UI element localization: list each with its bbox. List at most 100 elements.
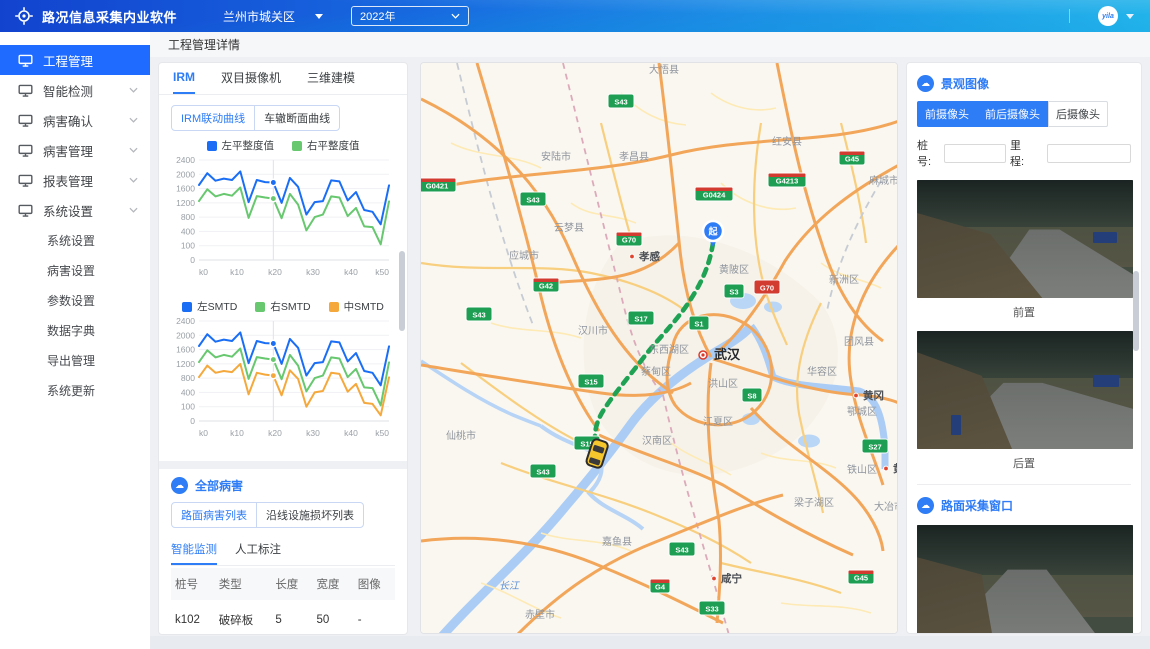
monitor-icon	[18, 54, 33, 67]
map-label-赤壁市: 赤壁市	[525, 608, 555, 621]
svg-text:G70: G70	[760, 284, 774, 293]
svg-text:仙桃市: 仙桃市	[446, 429, 476, 442]
sidebar-subitem-data-dict[interactable]: 数据字典	[0, 315, 150, 345]
sidebar-item-project[interactable]: 工程管理	[0, 45, 150, 75]
svg-text:S27: S27	[868, 443, 881, 452]
detail-tab-0[interactable]: IRM	[173, 70, 195, 94]
right-panel-scrollbar[interactable]	[1133, 271, 1139, 351]
year-value: 2022年	[360, 11, 396, 23]
sidebar-item-label: 报表管理	[43, 174, 94, 189]
svg-text:k40: k40	[344, 267, 358, 277]
legend-swatch	[328, 301, 339, 312]
sidebar-subitem-param-settings[interactable]: 参数设置	[0, 285, 150, 315]
svg-text:华容区: 华容区	[807, 365, 837, 378]
svg-text:k10: k10	[230, 267, 244, 277]
monitor-icon	[18, 144, 33, 157]
svg-text:G70: G70	[622, 236, 636, 245]
defect-list-toggle-1[interactable]: 沿线设施损坏列表	[256, 503, 363, 527]
camera-button-0[interactable]: 前摄像头	[917, 101, 977, 127]
svg-text:0: 0	[190, 255, 195, 265]
svg-text:东西湖区: 东西湖区	[649, 343, 689, 356]
road-shield-G70: G70	[753, 279, 781, 295]
table-cell: k102	[171, 600, 215, 634]
footer-strip	[150, 636, 1150, 649]
svg-text:400: 400	[181, 226, 195, 236]
road-shield-S43: S43	[465, 306, 493, 322]
app-window: 路况信息采集内业软件 兰州市城关区 2022年 yila 工程管理 智能检测 病害确…	[0, 0, 1150, 649]
smtd-chart[interactable]: 0 100 400 800 1200 1600 2000 2400 k0 k10 k20 k30 k40…	[171, 314, 397, 448]
defect-table: 桩号类型长度宽度图像 k102破碎板550-k102破碎板550	[171, 568, 395, 634]
svg-text:k0: k0	[199, 267, 208, 277]
svg-text:黄冈: 黄冈	[863, 389, 884, 402]
road-shield-S43: S43	[519, 191, 547, 207]
svg-text:1600: 1600	[176, 345, 195, 355]
sidebar-subitem-system-settings[interactable]: 系统设置	[0, 225, 150, 255]
cloud-icon: ☁	[917, 497, 934, 514]
svg-text:800: 800	[181, 373, 195, 383]
svg-text:k50: k50	[375, 428, 389, 438]
sidebar-item-defect-manage[interactable]: 病害管理	[0, 135, 150, 165]
stake-number-input[interactable]	[944, 143, 1006, 163]
mileage-input[interactable]	[1047, 143, 1131, 163]
map-label-大悟县: 大悟县	[649, 63, 679, 76]
svg-text:2400: 2400	[176, 155, 195, 165]
svg-text:S33: S33	[705, 605, 718, 614]
avatar[interactable]: yila	[1098, 6, 1118, 26]
svg-text:k50: k50	[375, 267, 389, 277]
map-label-鄂城区: 鄂城区	[847, 406, 877, 418]
sidebar-item-label: 病害管理	[43, 144, 94, 159]
svg-text:新洲区: 新洲区	[829, 273, 859, 286]
map-label-洪山区: 洪山区	[708, 378, 738, 390]
sidebar-subitem-export-manage[interactable]: 导出管理	[0, 345, 150, 375]
svg-text:江夏区: 江夏区	[703, 416, 733, 428]
irm-linkage-chart[interactable]: 0 100 400 800 1200 1600 2000 2400 k0 k10 k20 k30 k40…	[171, 153, 397, 287]
map-label-长江: 长江	[499, 580, 520, 592]
map-container[interactable]: S43 G45 G4213 G0421 S43 G0424 G70 G42 S43 S3 G70 S1…	[420, 62, 898, 634]
detail-tab-2[interactable]: 三维建模	[307, 69, 355, 94]
sidebar-item-label: 智能检测	[43, 84, 94, 99]
camera-button-2[interactable]: 后摄像头	[1048, 101, 1108, 127]
year-select[interactable]: 2022年	[351, 6, 470, 26]
svg-text:洪山区: 洪山区	[708, 378, 738, 390]
road-capture-photo[interactable]	[917, 525, 1133, 633]
svg-text:黄陂区: 黄陂区	[719, 263, 749, 276]
svg-text:安陆市: 安陆市	[541, 150, 571, 163]
left-panel-scrollbar[interactable]	[399, 251, 405, 331]
road-shield-G45: G45	[838, 150, 866, 166]
svg-text:S8: S8	[747, 392, 756, 401]
svg-text:红安县: 红安县	[772, 135, 802, 148]
svg-text:S43: S43	[526, 196, 539, 205]
svg-text:咸宁: 咸宁	[721, 572, 742, 585]
sidebar-item-defect-confirm[interactable]: 病害确认	[0, 105, 150, 135]
road-shield-S17: S17	[627, 310, 655, 326]
map-label-梁子湖区: 梁子湖区	[794, 496, 834, 509]
road-shield-G45: G45	[847, 569, 875, 585]
sidebar-subitem-system-update[interactable]: 系统更新	[0, 375, 150, 405]
detail-tab-1[interactable]: 双目摄像机	[221, 69, 281, 94]
camera-button-1[interactable]: 前后摄像头	[977, 101, 1048, 127]
svg-text:应城市: 应城市	[509, 249, 539, 262]
table-cell: 破碎板	[214, 600, 272, 634]
region-dropdown[interactable]: 兰州市城关区	[223, 8, 333, 25]
curve-toggle-1[interactable]: 车辙断面曲线	[254, 106, 339, 130]
table-row[interactable]: k102 破碎板 5 50-	[171, 600, 395, 634]
sidebar-item-smart-detect[interactable]: 智能检测	[0, 75, 150, 105]
road-shield-S43: S43	[529, 463, 557, 479]
svg-text:G45: G45	[845, 155, 859, 164]
rear-camera-photo[interactable]	[917, 331, 1133, 449]
defect-tab-0[interactable]: 智能监测	[171, 536, 217, 565]
curve-toggle-0[interactable]: IRM联动曲线	[172, 106, 254, 130]
map-label-麻城市: 麻城市	[869, 174, 897, 187]
defect-tab-1[interactable]: 人工标注	[235, 536, 281, 565]
sidebar-item-settings[interactable]: 系统设置	[0, 195, 150, 225]
sidebar-item-report[interactable]: 报表管理	[0, 165, 150, 195]
sidebar-subitem-defect-settings[interactable]: 病害设置	[0, 255, 150, 285]
svg-text:铁山区: 铁山区	[847, 463, 877, 476]
svg-text:1200: 1200	[176, 359, 195, 369]
map-label-汉南区: 汉南区	[642, 434, 672, 447]
svg-text:梁子湖区: 梁子湖区	[794, 496, 834, 509]
defect-list-toggle-0[interactable]: 路面病害列表	[172, 503, 256, 527]
user-menu-caret-icon[interactable]	[1126, 13, 1134, 19]
map[interactable]: S43 G45 G4213 G0421 S43 G0424 G70 G42 S43 S3 G70 S1…	[421, 63, 898, 634]
front-camera-photo[interactable]	[917, 180, 1133, 298]
